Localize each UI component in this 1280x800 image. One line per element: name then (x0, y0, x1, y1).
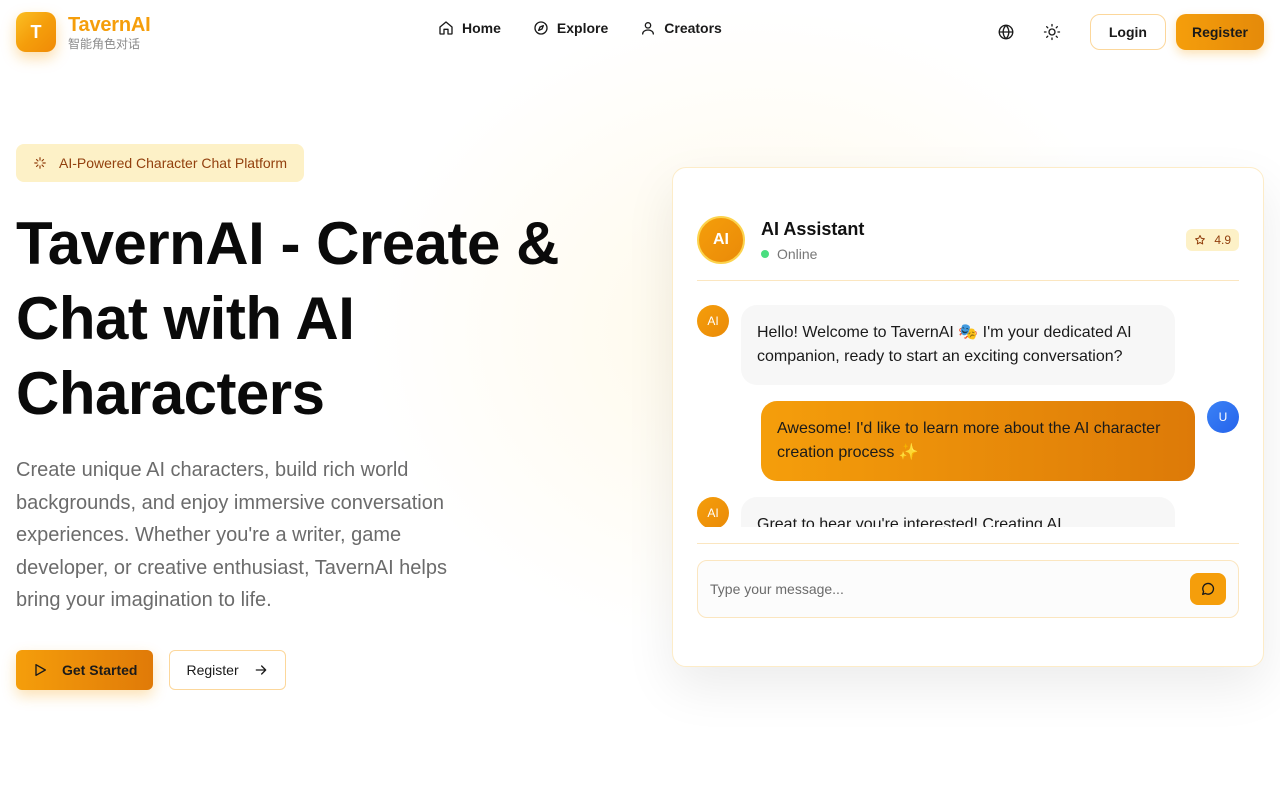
hero-badge-text: AI-Powered Character Chat Platform (59, 155, 287, 171)
chat-header: AI AI Assistant Online 4.9 (697, 216, 1239, 281)
hero-badge: AI-Powered Character Chat Platform (16, 144, 304, 182)
nav-home[interactable]: Home (438, 20, 501, 36)
nav-explore-label: Explore (556, 20, 609, 36)
logo-text: TavernAI 智能角色对话 (68, 15, 151, 50)
message-avatar: AI (697, 497, 729, 527)
register-button-hero[interactable]: Register (169, 650, 286, 690)
assistant-status: Online (761, 246, 817, 262)
message-avatar: U (1207, 401, 1239, 433)
nav-creators-label: Creators (664, 20, 722, 36)
message-bubble: Great to hear you're interested! Creatin… (741, 497, 1175, 527)
message-circle-icon (1202, 582, 1215, 595)
brand-subtitle: 智能角色对话 (68, 36, 141, 51)
get-started-button[interactable]: Get Started (16, 650, 154, 690)
rating-badge: 4.9 (1186, 229, 1239, 251)
register-hero-label: Register (186, 662, 239, 678)
chat-message: AI Great to hear you're interested! Crea… (697, 497, 1239, 527)
sun-icon (1043, 23, 1061, 41)
star-icon (1195, 235, 1206, 245)
hero-description: Create unique AI characters, build rich … (16, 459, 447, 611)
message-input[interactable] (710, 561, 1180, 617)
nav-creators[interactable]: Creators (640, 20, 722, 36)
rating-value: 4.9 (1214, 233, 1231, 247)
header-actions: Login Register (988, 14, 1264, 50)
message-list: AI Hello! Welcome to TavernAI 🎭 I'm your… (697, 305, 1239, 527)
message-bubble: Awesome! I'd like to learn more about th… (761, 401, 1195, 481)
chat-message: AI Hello! Welcome to TavernAI 🎭 I'm your… (697, 305, 1239, 385)
input-divider (697, 543, 1239, 544)
theme-toggle-button[interactable] (1034, 14, 1070, 50)
login-button[interactable]: Login (1089, 14, 1166, 50)
user-icon (642, 22, 655, 35)
brand-logo[interactable]: T TavernAI 智能角色对话 (16, 12, 151, 52)
nav-home-label: Home (462, 20, 501, 36)
get-started-label: Get Started (62, 662, 138, 678)
online-dot-icon (761, 250, 769, 258)
message-bubble: Hello! Welcome to TavernAI 🎭 I'm your de… (741, 305, 1175, 385)
top-header: T TavernAI 智能角色对话 Home Explore Creators … (0, 0, 1280, 64)
main-nav: Home Explore Creators (438, 20, 722, 36)
brand-name: TavernAI (68, 13, 151, 36)
language-button[interactable] (988, 14, 1024, 50)
hero-actions: Get Started Register (16, 650, 286, 690)
compass-icon (534, 21, 548, 35)
arrow-right-icon (255, 665, 266, 675)
register-button-header[interactable]: Register (1175, 14, 1264, 50)
home-icon (439, 21, 453, 35)
sparkles-icon (34, 157, 46, 169)
logo-mark: T (16, 12, 56, 52)
globe-icon (998, 24, 1014, 40)
message-avatar: AI (697, 305, 729, 337)
status-text: Online (777, 246, 818, 262)
nav-explore[interactable]: Explore (533, 20, 608, 36)
play-icon (35, 664, 46, 676)
assistant-name: AI Assistant (761, 219, 865, 239)
chat-preview-card: AI AI Assistant Online 4.9 AI Hello! Wel… (672, 167, 1264, 667)
chat-message: Awesome! I'd like to learn more about th… (697, 401, 1239, 481)
hero-title: TavernAI - Create & Chat with AI Charact… (16, 210, 559, 427)
assistant-avatar: AI (697, 216, 745, 264)
chat-input-box (697, 560, 1239, 618)
send-button[interactable] (1190, 573, 1226, 605)
